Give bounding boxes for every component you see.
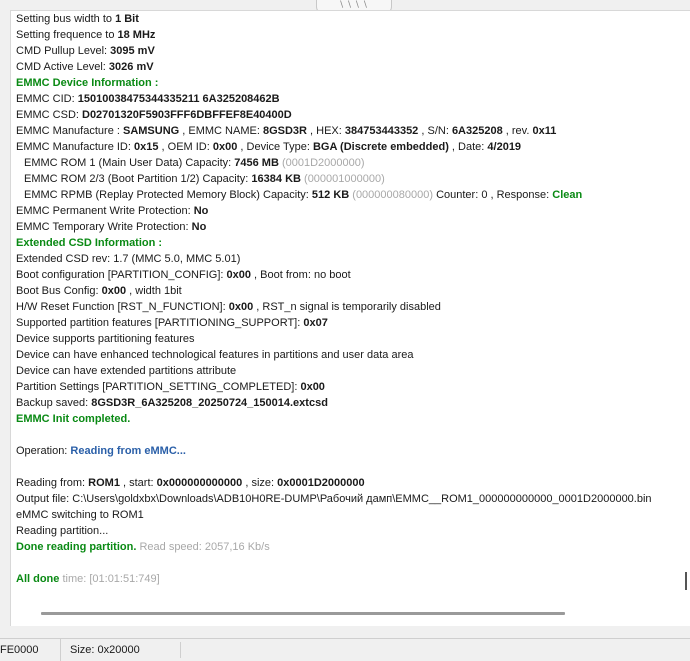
section-heading: EMMC Device Information : [16, 77, 159, 89]
log-line: Partition Settings [PARTITION_SETTING_CO… [16, 381, 325, 393]
log-line: Supported partition features [PARTITIONI… [16, 317, 328, 329]
done-reading-status: Done reading partition. Read speed: 2057… [16, 541, 270, 553]
log-line: Reading from: ROM1 , start: 0x0000000000… [16, 477, 365, 489]
log-line: EMMC RPMB (Replay Protected Memory Block… [24, 189, 583, 201]
horizontal-scrollbar[interactable] [41, 612, 565, 615]
log-line: EMMC Permanent Write Protection: No [16, 205, 209, 217]
log-line: Device supports partitioning features [16, 333, 195, 345]
log-line: CMD Pullup Level: 3095 mV [16, 45, 155, 57]
log-line: Backup saved: 8GSD3R_6A325208_20250724_1… [16, 397, 328, 409]
log-line: EMMC Temporary Write Protection: No [16, 221, 207, 233]
log-spacer [16, 555, 686, 571]
log-line: eMMC switching to ROM1 [16, 509, 144, 521]
log-panel[interactable]: Setting bus width to 1 Bit Setting frequ… [10, 10, 690, 626]
status-size: Size: 0x20000 [70, 644, 140, 656]
log-line: Reading partition... [16, 525, 109, 537]
log-line: Boot Bus Config: 0x00 , width 1bit [16, 285, 182, 297]
log-line: Output file: C:\Users\goldxbx\Downloads\… [16, 493, 652, 505]
status-divider [180, 642, 181, 658]
log-line: Boot configuration [PARTITION_CONFIG]: 0… [16, 269, 351, 281]
status-address: FE0000 [0, 639, 61, 661]
log-line: EMMC Manufacture : SAMSUNG , EMMC NAME: … [16, 125, 557, 137]
log-spacer [16, 459, 686, 475]
section-heading: Extended CSD Information : [16, 237, 163, 249]
log-line: EMMC Manufacture ID: 0x15 , OEM ID: 0x00… [16, 141, 522, 153]
operation-line: Operation: Reading from eMMC... [16, 445, 186, 457]
init-completed-status: EMMC Init completed. [16, 413, 131, 425]
log-line: EMMC CSD: D02701320F5903FFF6DBFFEF8E4040… [16, 109, 292, 121]
response-status: Clean [552, 189, 583, 201]
status-bar: FE0000 Size: 0x20000 [0, 638, 690, 661]
all-done-status: All done time: [01:01:51:749] [16, 573, 160, 585]
log-line: EMMC ROM 2/3 (Boot Partition 1/2) Capaci… [24, 173, 385, 185]
log-line: Extended CSD rev: 1.7 (MMC 5.0, MMC 5.01… [16, 253, 241, 265]
vertical-scrollbar-thumb[interactable] [685, 572, 687, 590]
log-line: Setting frequence to 18 MHz [16, 29, 156, 41]
log-line: H/W Reset Function [RST_N_FUNCTION]: 0x0… [16, 301, 441, 313]
log-line: Device can have enhanced technological f… [16, 349, 414, 361]
log-output: Setting bus width to 1 Bit Setting frequ… [16, 11, 686, 587]
log-line: Device can have extended partitions attr… [16, 365, 237, 377]
log-line: EMMC ROM 1 (Main User Data) Capacity: 74… [24, 157, 365, 169]
app-window: \ \ \ \ Setting bus width to 1 Bit Setti… [0, 0, 690, 661]
log-line: EMMC CID: 15010038475344335211 6A3252084… [16, 93, 280, 105]
log-spacer [16, 427, 686, 443]
log-line: CMD Active Level: 3026 mV [16, 61, 154, 73]
log-line: Setting bus width to 1 Bit [16, 13, 139, 25]
